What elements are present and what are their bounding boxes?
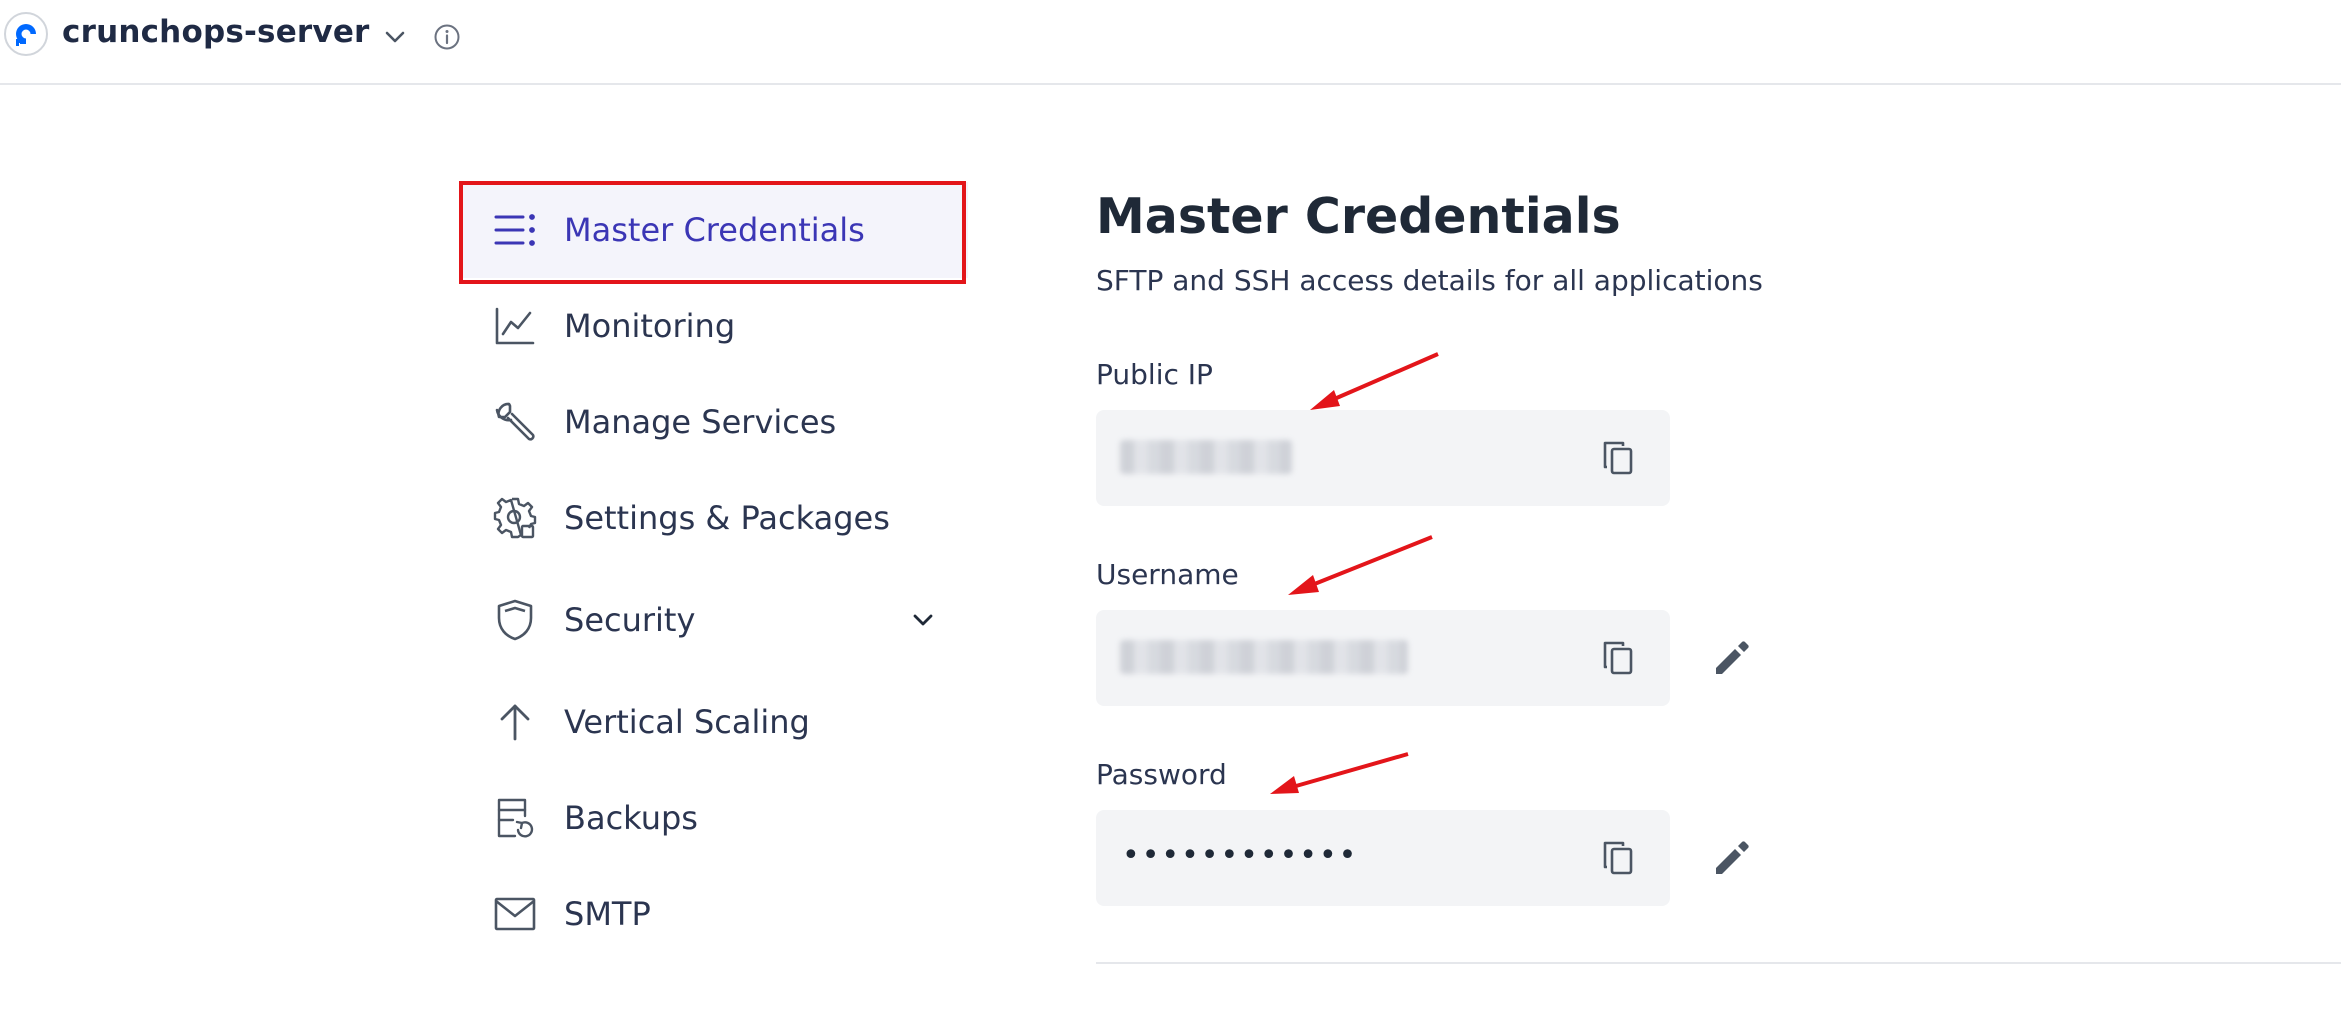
sidebar-item-security[interactable]: Security	[460, 572, 968, 668]
public-ip-field[interactable]	[1096, 410, 1670, 506]
sidebar-item-settings-packages[interactable]: Settings & Packages	[460, 470, 968, 566]
chevron-down-icon[interactable]	[380, 22, 410, 52]
password-value: ••••••••••••	[1122, 838, 1359, 873]
sidebar-item-label: Vertical Scaling	[564, 703, 810, 741]
sidebar-item-label: Security	[564, 601, 696, 639]
mail-icon	[492, 891, 538, 937]
backup-icon	[492, 795, 538, 841]
sidebar-item-smtp[interactable]: SMTP	[460, 866, 968, 962]
sidebar-item-label: Backups	[564, 799, 698, 837]
sidebar-item-label: SMTP	[564, 895, 651, 933]
copy-icon[interactable]	[1600, 440, 1636, 476]
copy-icon[interactable]	[1600, 840, 1636, 876]
info-icon[interactable]	[432, 22, 462, 52]
username-label: Username	[1096, 558, 1239, 591]
sidebar-item-label: Master Credentials	[564, 211, 865, 249]
server-name[interactable]: crunchops-server	[62, 14, 370, 50]
password-field[interactable]: ••••••••••••	[1096, 810, 1670, 906]
edit-username-pencil-icon[interactable]	[1710, 636, 1754, 680]
username-value-redacted	[1120, 640, 1408, 674]
sidebar-item-manage-services[interactable]: Manage Services	[460, 374, 968, 470]
page-title: Master Credentials	[1096, 188, 1621, 245]
page-subtitle: SFTP and SSH access details for all appl…	[1096, 264, 1763, 297]
wrench-icon	[492, 399, 538, 445]
username-field[interactable]	[1096, 610, 1670, 706]
edit-password-pencil-icon[interactable]	[1710, 836, 1754, 880]
arrow-up-icon	[492, 699, 538, 745]
top-bar: crunchops-server	[0, 0, 2341, 85]
list-icon	[492, 207, 538, 253]
digitalocean-logo-icon	[4, 12, 48, 56]
public-ip-label: Public IP	[1096, 358, 1213, 391]
chart-icon	[492, 303, 538, 349]
public-ip-value-redacted	[1120, 440, 1292, 474]
gear-icon	[492, 495, 538, 541]
section-divider	[1096, 962, 2341, 964]
sidebar-item-label: Monitoring	[564, 307, 736, 345]
shield-icon	[492, 597, 538, 643]
copy-icon[interactable]	[1600, 640, 1636, 676]
sidebar-item-label: Manage Services	[564, 403, 837, 441]
sidebar-item-master-credentials[interactable]: Master Credentials	[460, 182, 968, 278]
password-label: Password	[1096, 758, 1227, 791]
sidebar-item-label: Settings & Packages	[564, 499, 890, 537]
sidebar-item-vertical-scaling[interactable]: Vertical Scaling	[460, 674, 968, 770]
chevron-down-icon[interactable]	[908, 605, 938, 635]
sidebar-item-backups[interactable]: Backups	[460, 770, 968, 866]
sidebar-item-monitoring[interactable]: Monitoring	[460, 278, 968, 374]
